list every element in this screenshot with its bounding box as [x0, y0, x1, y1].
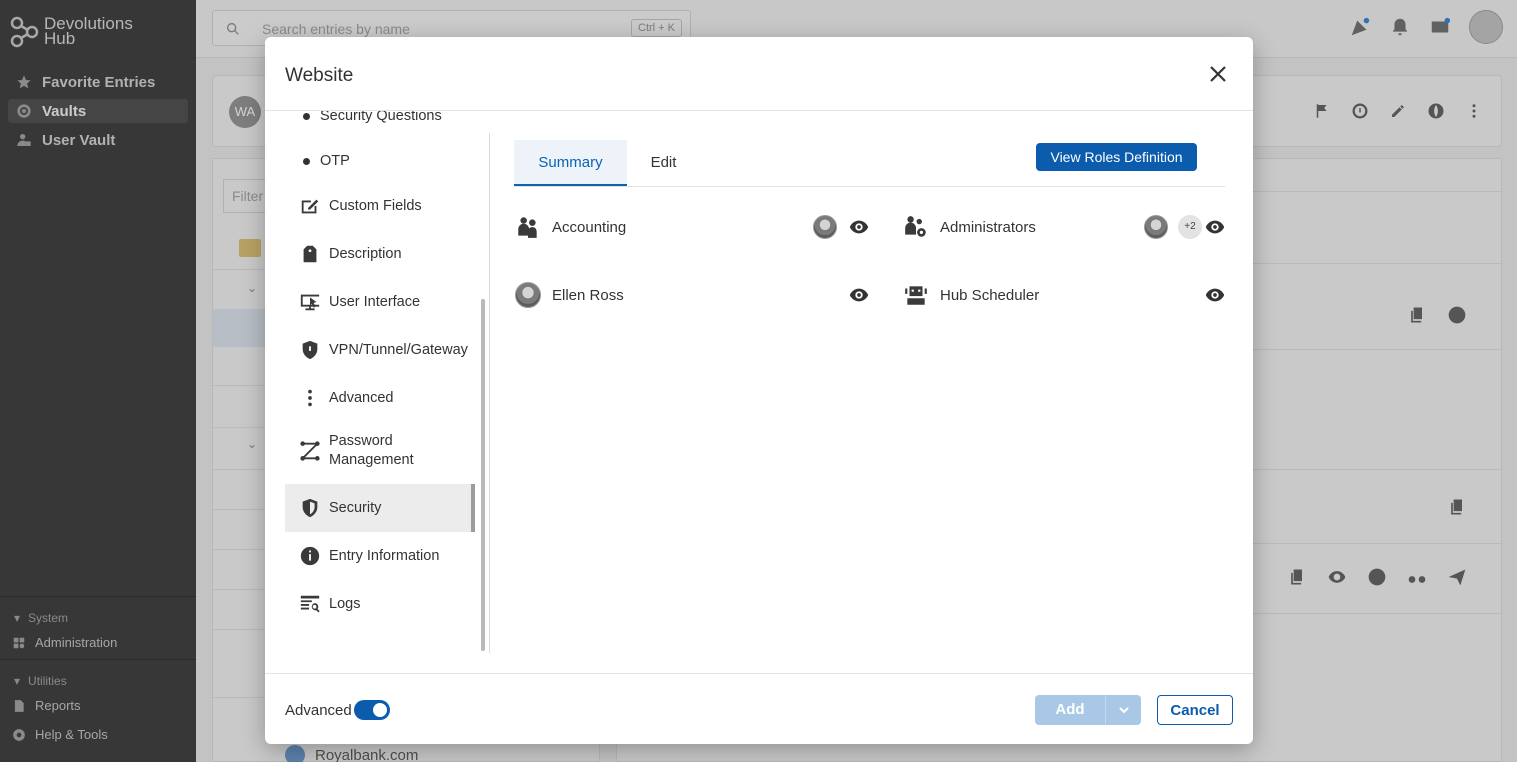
role-name: Hub Scheduler — [940, 286, 1040, 304]
tab-summary[interactable]: Summary — [514, 140, 627, 186]
nav-item-advanced[interactable]: Advanced — [285, 374, 475, 422]
close-button[interactable] — [1207, 63, 1229, 85]
chevron-down-icon — [1118, 707, 1129, 714]
nav-item-label: Advanced — [329, 390, 394, 406]
password-management-icon — [300, 441, 320, 461]
role-name: Administrators — [940, 218, 1036, 236]
tab-edit[interactable]: Edit — [627, 140, 700, 186]
bullet-icon — [303, 157, 310, 165]
eye-icon — [849, 288, 869, 302]
role-item-hub-scheduler: Hub Scheduler — [902, 277, 1039, 313]
dialog-title: Website — [285, 65, 354, 86]
member-avatar[interactable] — [813, 215, 837, 239]
nav-scrollbar[interactable] — [481, 299, 485, 651]
website-entry-dialog: Website Security Questions OTP Custom Fi… — [265, 37, 1253, 744]
nav-item-custom-fields[interactable]: Custom Fields — [285, 182, 475, 230]
admin-group-icon — [905, 216, 926, 237]
nav-item-label: Description — [329, 246, 402, 262]
add-options-dropdown[interactable] — [1106, 695, 1141, 725]
role-name: Accounting — [552, 218, 627, 236]
description-icon — [303, 245, 317, 263]
nav-item-security[interactable]: Security — [285, 484, 475, 532]
nav-item-label: OTP — [320, 153, 350, 169]
cancel-button[interactable]: Cancel — [1157, 695, 1233, 725]
view-permissions-button[interactable] — [848, 216, 870, 238]
dialog-section-nav: Security Questions OTP Custom Fields Des… — [285, 111, 490, 673]
advanced-toggle[interactable] — [354, 700, 390, 720]
nav-item-label: Entry Information — [329, 548, 440, 564]
view-permissions-button[interactable] — [1204, 216, 1226, 238]
user-interface-icon — [300, 294, 320, 311]
member-avatar[interactable] — [1144, 215, 1168, 239]
section-divider — [489, 133, 490, 653]
logs-icon — [300, 595, 320, 613]
more-vertical-icon — [308, 389, 312, 407]
nav-item-label: Logs — [329, 596, 361, 612]
advanced-toggle-label: Advanced — [285, 702, 352, 719]
role-item-administrators: Administrators — [902, 209, 1036, 245]
info-icon — [300, 546, 320, 566]
nav-item-otp[interactable]: OTP — [285, 137, 475, 185]
nav-item-label: VPN/Tunnel/Gateway — [329, 342, 468, 358]
eye-icon — [1205, 220, 1225, 234]
nav-item-label: User Interface — [329, 294, 421, 310]
user-avatar — [515, 282, 541, 308]
nav-item-logs[interactable]: Logs — [285, 580, 475, 628]
dialog-header: Website — [265, 37, 1253, 111]
bullet-icon — [303, 112, 310, 120]
add-button-label: Add — [1055, 701, 1085, 718]
nav-item-label: Security — [329, 500, 382, 516]
add-button[interactable]: Add — [1035, 695, 1141, 725]
eye-icon — [849, 220, 869, 234]
nav-item-vpn-tunnel-gateway[interactable]: VPN/Tunnel/Gateway — [285, 326, 475, 374]
nav-item-password-management[interactable]: Password Management — [285, 422, 475, 480]
view-permissions-button[interactable] — [848, 284, 870, 306]
role-item-accounting: Accounting — [514, 209, 626, 245]
nav-item-label: Security Questions — [320, 111, 442, 124]
view-permissions-button[interactable] — [1204, 284, 1226, 306]
robot-icon — [905, 286, 927, 305]
nav-item-label: Password Management — [329, 433, 414, 468]
more-members-badge[interactable]: +2 — [1178, 215, 1202, 239]
nav-item-security-questions[interactable]: Security Questions — [285, 111, 475, 140]
custom-fields-icon — [301, 199, 319, 214]
close-icon — [1210, 66, 1226, 82]
vpn-shield-icon — [302, 340, 318, 360]
nav-item-description[interactable]: Description — [285, 230, 475, 278]
role-name: Ellen Ross — [552, 286, 624, 304]
eye-icon — [1205, 288, 1225, 302]
security-shield-icon — [302, 498, 318, 518]
role-item-ellen-ross: Ellen Ross — [514, 277, 624, 313]
toggle-knob — [373, 703, 387, 717]
view-roles-definition-button[interactable]: View Roles Definition — [1036, 143, 1197, 171]
nav-item-entry-information[interactable]: Entry Information — [285, 532, 475, 580]
nav-item-label: Custom Fields — [329, 198, 422, 214]
user-group-icon — [518, 217, 537, 238]
nav-item-user-interface[interactable]: User Interface — [285, 278, 475, 326]
dialog-footer: Advanced Add Cancel — [265, 673, 1253, 744]
